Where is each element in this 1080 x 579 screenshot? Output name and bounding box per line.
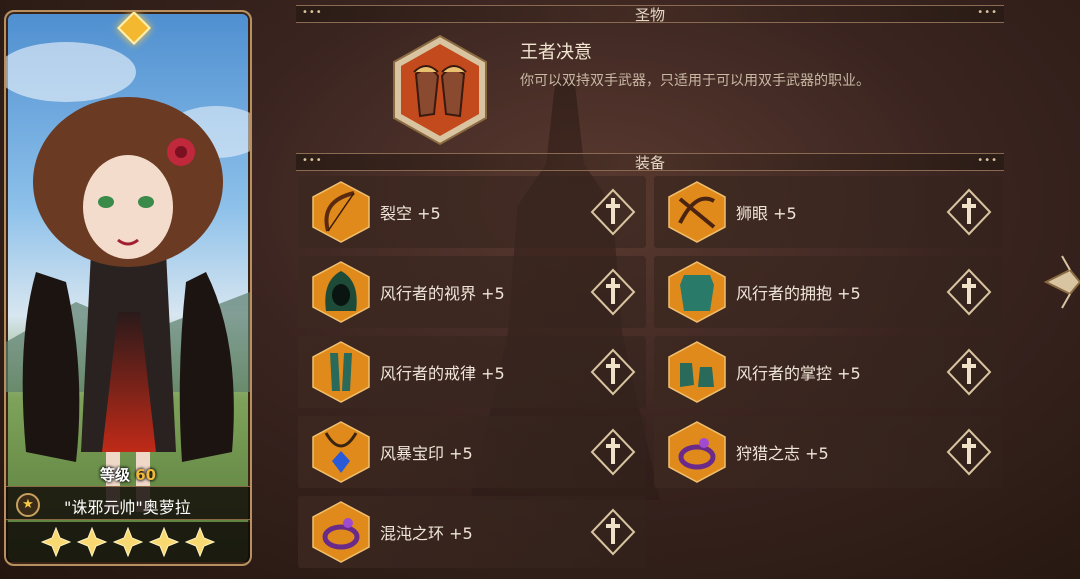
boots-icon — [668, 341, 726, 403]
equipment-name: 混沌之环 +5 — [380, 524, 473, 543]
ornament-right-icon: ••• — [977, 155, 998, 166]
hero-card[interactable]: 等级 60 ★ "诛邪元帅"奥萝拉 — [4, 10, 252, 566]
equipment-slot[interactable]: 狩猎之志 +5 — [654, 416, 1002, 488]
star-badge-icon: ★ — [16, 493, 40, 517]
necklace-slot-icon — [590, 428, 636, 476]
next-arrow-icon[interactable] — [1040, 250, 1080, 314]
equipment-slot[interactable]: 风行者的视界 +5 — [298, 256, 646, 328]
equipment-name: 风行者的掌控 +5 — [736, 364, 861, 383]
level-label: 等级 — [99, 466, 130, 484]
hero-name: "诛邪元帅"奥萝拉 — [64, 498, 191, 517]
equipment-name: 风行者的视界 +5 — [380, 284, 505, 303]
relic-name: 王者决意 — [520, 42, 592, 63]
helmet-slot-icon — [590, 268, 636, 316]
ornament-right-icon: ••• — [977, 7, 998, 18]
amulet-icon — [312, 421, 370, 483]
equipment-name: 狮眼 +5 — [736, 204, 797, 223]
equipment-name: 裂空 +5 — [380, 204, 441, 223]
equipment-name: 风行者的戒律 +5 — [380, 364, 505, 383]
equipment-slot[interactable]: 风行者的掌控 +5 — [654, 336, 1002, 408]
pants-slot-icon — [590, 348, 636, 396]
equipment-slot[interactable]: 风行者的戒律 +5 — [298, 336, 646, 408]
equipment-slot[interactable]: 狮眼 +5 — [654, 176, 1002, 248]
star-icon — [149, 527, 179, 557]
star-icon — [113, 527, 143, 557]
weapon-slot-icon — [590, 188, 636, 236]
relic-description: 你可以双持双手武器，只适用于可以用双手武器的职业。 — [520, 73, 870, 89]
equipment-name: 狩猎之志 +5 — [736, 444, 829, 463]
equipment-name: 风暴宝印 +5 — [380, 444, 473, 463]
level-value: 60 — [135, 466, 157, 484]
weapon-slot-icon — [946, 188, 992, 236]
star-icon — [41, 527, 71, 557]
equipment-section-header: ••• 装备 ••• — [296, 153, 1004, 172]
leggings-icon — [312, 341, 370, 403]
equipment-slot[interactable]: 混沌之环 +5 — [298, 496, 646, 568]
hero-level: 等级 60 — [6, 464, 250, 485]
equipment-slot[interactable]: 裂空 +5 — [298, 176, 646, 248]
gauntlets-icon[interactable] — [386, 34, 494, 146]
hood-icon — [312, 261, 370, 323]
hero-name-bar: ★ "诛邪元帅"奥萝拉 — [6, 486, 250, 520]
equipment-section-title: 装备 — [634, 154, 665, 172]
chest-slot-icon — [946, 268, 992, 316]
bow-icon — [312, 181, 370, 243]
ring-slot-icon — [590, 508, 636, 556]
crossbow-icon — [668, 181, 726, 243]
boots-slot-icon — [946, 348, 992, 396]
star-rating — [6, 522, 250, 562]
relic-section-title: 圣物 — [634, 6, 665, 24]
ring-icon — [312, 501, 370, 563]
equipment-name: 风行者的拥抱 +5 — [736, 284, 861, 303]
equipment-slot[interactable]: 风暴宝印 +5 — [298, 416, 646, 488]
equipment-slot[interactable]: 风行者的拥抱 +5 — [654, 256, 1002, 328]
ring-icon — [668, 421, 726, 483]
star-icon — [185, 527, 215, 557]
star-icon — [77, 527, 107, 557]
relic-section-header: ••• 圣物 ••• — [296, 5, 1004, 24]
ring-slot-icon — [946, 428, 992, 476]
armor-icon — [668, 261, 726, 323]
